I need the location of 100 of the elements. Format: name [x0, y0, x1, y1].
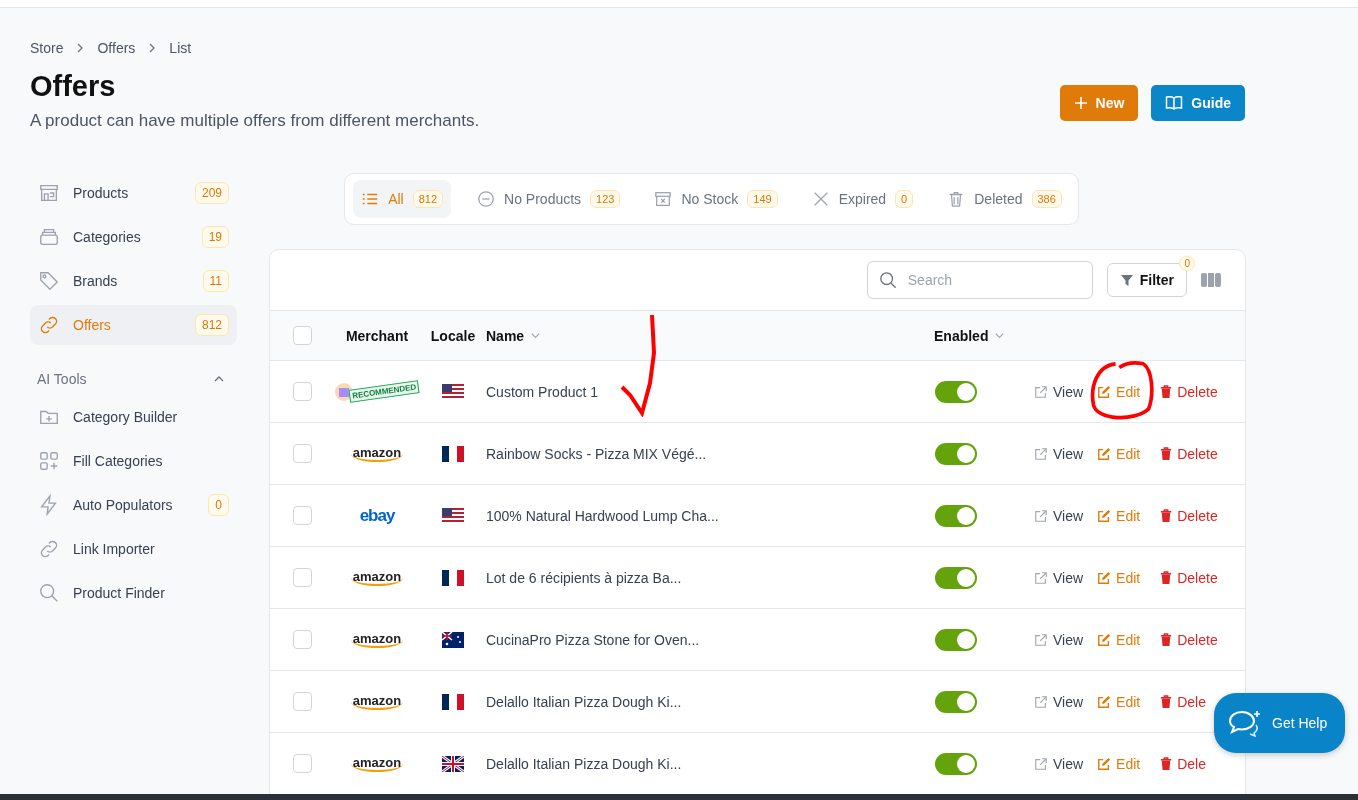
- external-link-icon: [1034, 694, 1048, 709]
- count-badge: 0: [208, 494, 229, 516]
- view-link[interactable]: View: [1034, 755, 1084, 772]
- page-title: Offers: [30, 70, 117, 103]
- enabled-toggle[interactable]: [935, 380, 977, 403]
- sort-chevron-icon[interactable]: [530, 330, 542, 341]
- breadcrumb-link[interactable]: List: [169, 40, 192, 56]
- breadcrumb-link[interactable]: Offers: [97, 40, 136, 56]
- enabled-toggle[interactable]: [935, 690, 977, 713]
- count-badge: 123: [590, 190, 621, 208]
- external-link-icon: [1034, 632, 1048, 647]
- row-checkbox[interactable]: [292, 630, 312, 649]
- edit-link[interactable]: Edit: [1097, 383, 1141, 400]
- column-header: Locale: [430, 327, 476, 344]
- enabled-toggle[interactable]: [935, 566, 977, 589]
- archive-icon: [654, 190, 673, 208]
- edit-link[interactable]: Edit: [1097, 693, 1141, 710]
- filter-tab[interactable]: Expired 0: [803, 180, 922, 218]
- edit-icon: [1097, 570, 1112, 585]
- sidebar-item[interactable]: Link Importer: [30, 529, 237, 569]
- get-help-button[interactable]: Get Help: [1214, 693, 1345, 753]
- row-checkbox[interactable]: [292, 506, 312, 525]
- delete-link[interactable]: Delete: [1160, 507, 1218, 524]
- flag-icon: [442, 445, 464, 462]
- column-header[interactable]: Name: [486, 327, 525, 344]
- sidebar-item[interactable]: Auto Populators 0: [30, 485, 237, 525]
- edit-link[interactable]: Edit: [1097, 445, 1141, 462]
- merchant-logo: amazon: [350, 445, 404, 462]
- edit-link[interactable]: Edit: [1097, 569, 1141, 586]
- view-link[interactable]: View: [1034, 693, 1084, 710]
- sidebar-item[interactable]: Brands 11: [30, 261, 237, 301]
- sidebar-item[interactable]: Products 209: [30, 173, 237, 213]
- view-link[interactable]: View: [1034, 507, 1084, 524]
- columns-icon[interactable]: [1201, 272, 1221, 288]
- row-checkbox[interactable]: [292, 754, 312, 773]
- sidebar-item[interactable]: Categories 19: [30, 217, 237, 257]
- view-link[interactable]: View: [1034, 569, 1084, 586]
- sidebar-item[interactable]: Fill Categories: [30, 441, 237, 481]
- delete-link[interactable]: Delete: [1160, 383, 1218, 400]
- row-checkbox[interactable]: [292, 692, 312, 711]
- page-subtitle: A product can have multiple offers from different merchants.: [30, 111, 480, 131]
- filter-tab[interactable]: All 812: [353, 180, 452, 218]
- merchant-logo: amazon: [350, 755, 404, 772]
- ai-tools-section-toggle[interactable]: AI Tools: [30, 371, 237, 387]
- table-cell: Delallo Italian Pizza Dough Ki...: [486, 755, 682, 772]
- grid-plus-icon: [38, 450, 60, 472]
- filter-tab[interactable]: No Stock 149: [646, 180, 786, 218]
- enabled-toggle[interactable]: [935, 628, 977, 651]
- enabled-toggle[interactable]: [935, 752, 977, 775]
- row-checkbox[interactable]: [292, 568, 312, 587]
- count-badge: 386: [1031, 190, 1062, 208]
- edit-link[interactable]: Edit: [1097, 755, 1141, 772]
- sidebar-item[interactable]: Offers 812: [30, 305, 237, 345]
- filter-tab[interactable]: No Products 123: [469, 180, 629, 218]
- view-link[interactable]: View: [1034, 445, 1084, 462]
- merchant-logo: amazon: [350, 631, 404, 648]
- row-checkbox[interactable]: [292, 444, 312, 463]
- delete-link[interactable]: Dele: [1160, 693, 1206, 710]
- edit-link[interactable]: Edit: [1097, 507, 1141, 524]
- flag-icon: [442, 755, 464, 772]
- breadcrumb-link[interactable]: Store: [30, 40, 64, 56]
- sidebar-item[interactable]: Category Builder: [30, 397, 237, 437]
- link-icon: [38, 538, 60, 560]
- circle-outline: [1088, 360, 1156, 422]
- flag-icon: [442, 383, 464, 400]
- table-cell: 100% Natural Hardwood Lump Cha...: [486, 507, 719, 524]
- tag-icon: [38, 270, 60, 292]
- flag-icon: [442, 507, 464, 524]
- guide-button[interactable]: Guide: [1151, 85, 1245, 121]
- funnel-icon: [1119, 273, 1134, 287]
- table-cell: Delallo Italian Pizza Dough Ki...: [486, 693, 682, 710]
- external-link-icon: [1034, 570, 1048, 585]
- filter-count-badge: 0: [1179, 256, 1195, 271]
- sort-chevron-icon[interactable]: [994, 330, 1006, 341]
- enabled-toggle[interactable]: [935, 504, 977, 527]
- row-checkbox[interactable]: [292, 382, 312, 401]
- plus-icon: [1073, 96, 1088, 110]
- search-field[interactable]: Search: [866, 261, 1093, 299]
- table-cell: Rainbow Socks - Pizza MIX Végé...: [486, 445, 707, 462]
- sidebar-item[interactable]: Product Finder: [30, 573, 237, 613]
- edit-icon: [1097, 508, 1112, 523]
- merchant-logo: amazon: [350, 693, 404, 710]
- count-badge: 812: [412, 190, 444, 208]
- flag-icon: [442, 631, 464, 648]
- delete-link[interactable]: Delete: [1160, 569, 1218, 586]
- select-all-checkbox[interactable]: [292, 326, 312, 345]
- delete-link[interactable]: Dele: [1160, 755, 1206, 772]
- filter-tab[interactable]: Deleted 386: [939, 180, 1070, 218]
- enabled-toggle[interactable]: [935, 442, 977, 465]
- view-link[interactable]: View: [1034, 631, 1084, 648]
- column-header: Merchant: [345, 327, 409, 344]
- table-cell: Custom Product 1: [486, 383, 599, 400]
- edit-link[interactable]: Edit: [1097, 631, 1141, 648]
- delete-link[interactable]: Delete: [1160, 631, 1218, 648]
- lightning-icon: [38, 494, 60, 516]
- new-button[interactable]: New: [1059, 85, 1139, 121]
- column-header[interactable]: Enabled: [934, 327, 989, 344]
- view-link[interactable]: View: [1034, 383, 1084, 400]
- delete-link[interactable]: Delete: [1160, 445, 1218, 462]
- external-link-icon: [1034, 446, 1048, 461]
